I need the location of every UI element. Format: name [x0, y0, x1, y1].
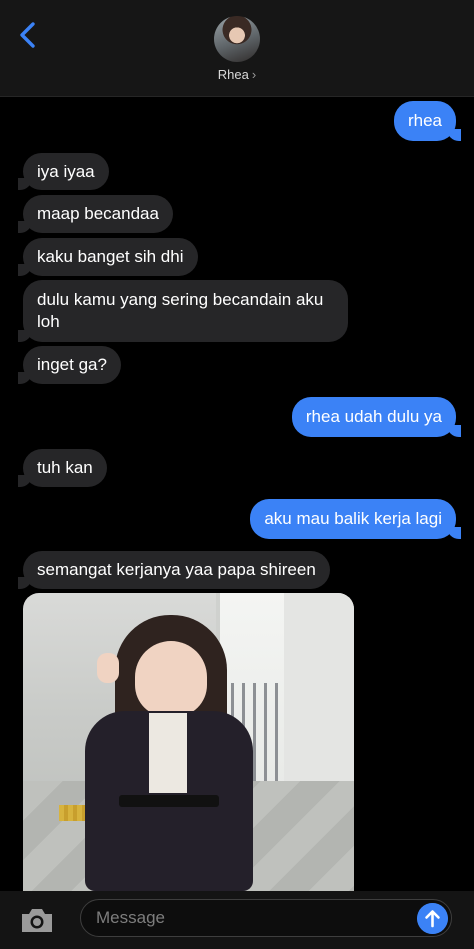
photo-attachment[interactable]	[23, 593, 354, 891]
incoming-message[interactable]: tuh kan	[18, 449, 107, 487]
outgoing-message[interactable]: rhea	[393, 101, 462, 141]
conversation-header: Rhea ›	[0, 0, 474, 97]
incoming-message[interactable]: kaku banget sih dhi	[18, 238, 198, 276]
photo-girl-shirt	[149, 713, 187, 793]
message-input-placeholder: Message	[96, 908, 165, 927]
chevron-left-icon[interactable]	[14, 20, 42, 50]
chevron-right-icon: ›	[251, 67, 257, 82]
photo-girl-face	[135, 641, 207, 717]
outgoing-message[interactable]: aku mau balik kerja lagi	[250, 499, 461, 539]
photo-girl-belt	[119, 795, 219, 807]
compose-bar: Message	[0, 891, 474, 949]
incoming-message[interactable]: maap becandaa	[18, 195, 173, 233]
avatar[interactable]	[214, 16, 260, 62]
arrow-up-icon[interactable]	[417, 903, 448, 934]
incoming-message[interactable]: dulu kamu yang sering becandain aku loh	[18, 280, 348, 342]
message-input[interactable]: Message	[80, 899, 452, 937]
camera-icon[interactable]	[18, 905, 56, 935]
photo-girl-hand	[97, 653, 119, 683]
message-list[interactable]: rhea iya iyaa maap becandaa kaku banget …	[0, 96, 474, 891]
contact-name: Rhea	[217, 67, 249, 82]
contact-name-button[interactable]: Rhea ›	[0, 67, 474, 82]
outgoing-message[interactable]: rhea udah dulu ya	[291, 397, 462, 437]
incoming-message[interactable]: inget ga?	[18, 346, 121, 384]
incoming-message[interactable]: iya iyaa	[18, 153, 109, 190]
incoming-message[interactable]: semangat kerjanya yaa papa shireen	[18, 551, 330, 589]
